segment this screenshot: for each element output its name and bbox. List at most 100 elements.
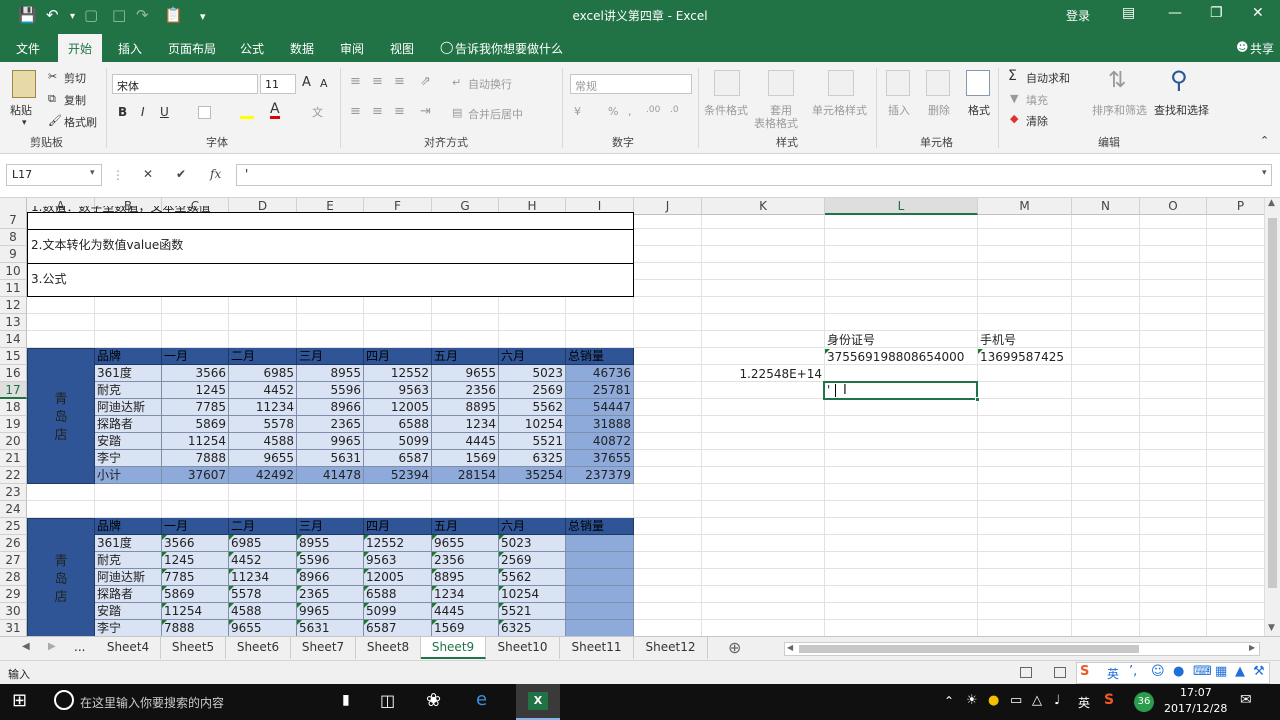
column-header-k[interactable]: K: [702, 198, 825, 215]
format-cells-button[interactable]: 格式: [968, 102, 990, 118]
table-cell[interactable]: 李宁: [95, 450, 162, 467]
table-cell[interactable]: 6985: [229, 535, 297, 552]
table-cell[interactable]: 2365: [297, 586, 364, 603]
column-header-p[interactable]: P: [1207, 198, 1264, 215]
ime-toolbar[interactable]: S 英 ’, ☺ ● ⌨ ▦ ▲ ⚒: [1076, 662, 1270, 684]
paste-button[interactable]: 粘贴: [10, 102, 32, 118]
table-cell[interactable]: 1234: [432, 586, 499, 603]
edge-icon[interactable]: e: [476, 689, 487, 710]
font-size-select[interactable]: 11: [260, 74, 296, 94]
font-color-icon[interactable]: A: [270, 102, 280, 119]
mic-icon[interactable]: ●: [1173, 664, 1184, 679]
tools-icon[interactable]: ⚒: [1253, 664, 1265, 679]
table-cell[interactable]: 11254: [162, 433, 229, 450]
row-header[interactable]: 24: [0, 501, 27, 518]
scroll-thumb[interactable]: [1268, 218, 1277, 588]
insert-function-icon[interactable]: fx: [210, 167, 221, 181]
table-cell[interactable]: 9655: [432, 535, 499, 552]
share-icon[interactable]: ☻: [1236, 40, 1249, 54]
column-header-n[interactable]: N: [1072, 198, 1140, 215]
sogou-tray-icon[interactable]: S: [1104, 692, 1114, 708]
table-cell[interactable]: 5562: [499, 569, 566, 586]
table-cell[interactable]: 阿迪达斯: [95, 399, 162, 416]
table-cell[interactable]: 5631: [297, 620, 364, 636]
table-cell[interactable]: 6587: [364, 450, 432, 467]
paste-icon[interactable]: [12, 70, 36, 98]
tray-icon-1[interactable]: ☀: [966, 693, 978, 708]
table-cell[interactable]: 8966: [297, 399, 364, 416]
table-cell[interactable]: 8955: [297, 535, 364, 552]
table-cell[interactable]: 2569: [499, 382, 566, 399]
table-cell[interactable]: 5631: [297, 450, 364, 467]
id-card-value[interactable]: 375569198808654000: [825, 349, 975, 366]
row-header[interactable]: 10: [0, 263, 27, 280]
new-sheet-icon[interactable]: ⊕: [728, 638, 741, 657]
table-cell[interactable]: 耐克: [95, 382, 162, 399]
scroll-up-icon[interactable]: ▲: [1268, 198, 1275, 208]
name-box[interactable]: L17: [6, 164, 102, 186]
cut-icon[interactable]: ✂: [48, 70, 57, 83]
column-header-j[interactable]: J: [634, 198, 702, 215]
enter-icon[interactable]: ✔: [176, 167, 186, 181]
copy-button[interactable]: 复制: [64, 92, 86, 108]
clear-button[interactable]: 清除: [1026, 113, 1048, 129]
table-header-cell[interactable]: 六月: [499, 518, 566, 535]
table-cell[interactable]: 4588: [229, 433, 297, 450]
table-cell[interactable]: 阿迪达斯: [95, 569, 162, 586]
copy-icon[interactable]: ⧉: [48, 92, 56, 106]
scroll-down-icon[interactable]: ▼: [1268, 623, 1275, 633]
format-painter-button[interactable]: 格式刷: [64, 114, 97, 130]
table-cell[interactable]: 6587: [364, 620, 432, 636]
store-cell[interactable]: 青岛店: [27, 348, 95, 484]
cortana-icon[interactable]: [54, 690, 74, 710]
column-header-o[interactable]: O: [1140, 198, 1207, 215]
table-cell[interactable]: 6588: [364, 586, 432, 603]
emoji-icon[interactable]: ☺: [1151, 664, 1165, 679]
row-header[interactable]: 26: [0, 535, 27, 552]
show-hidden-icons[interactable]: ⌃: [944, 694, 954, 708]
shirt-icon[interactable]: ▲: [1235, 664, 1245, 679]
tab-file[interactable]: 文件: [16, 40, 40, 57]
table-cell[interactable]: 8895: [432, 569, 499, 586]
table-cell[interactable]: 41478: [297, 467, 364, 484]
sheet-tab-sheet6[interactable]: Sheet6: [226, 637, 291, 659]
table-header-cell[interactable]: 五月: [432, 348, 499, 365]
table-cell[interactable]: 6985: [229, 365, 297, 382]
table-cell[interactable]: 7785: [162, 399, 229, 416]
table-cell[interactable]: 2356: [432, 552, 499, 569]
table-cell[interactable]: 安踏: [95, 433, 162, 450]
table-cell[interactable]: [566, 569, 634, 586]
id-card-label[interactable]: 身份证号: [825, 332, 975, 349]
normal-view-icon[interactable]: [1020, 667, 1032, 678]
table-header-cell[interactable]: 品牌: [95, 518, 162, 535]
table-header-cell[interactable]: 四月: [364, 348, 432, 365]
table-cell[interactable]: 8895: [432, 399, 499, 416]
keyboard-icon[interactable]: ⌨: [1193, 664, 1212, 679]
notification-icon[interactable]: ✉: [1240, 692, 1252, 708]
table-cell[interactable]: 52394: [364, 467, 432, 484]
table-header-cell[interactable]: 三月: [297, 518, 364, 535]
sheet-tab-sheet4[interactable]: Sheet4: [96, 637, 161, 659]
table-cell[interactable]: 11234: [229, 399, 297, 416]
sheet-tab-sheet9[interactable]: Sheet9: [421, 637, 486, 659]
battery-icon[interactable]: ▭: [1010, 693, 1022, 708]
find-select-icon[interactable]: ⚲: [1170, 66, 1188, 94]
sheet-tab-sheet5[interactable]: Sheet5: [161, 637, 226, 659]
table-cell[interactable]: 31888: [566, 416, 634, 433]
table-cell[interactable]: 2569: [499, 552, 566, 569]
vertical-scrollbar[interactable]: ▲ ▼: [1264, 198, 1280, 636]
table-cell[interactable]: 4588: [229, 603, 297, 620]
share-button[interactable]: 共享: [1250, 40, 1274, 57]
table-cell[interactable]: 5869: [162, 416, 229, 433]
row-header[interactable]: 13: [0, 314, 27, 331]
cancel-icon[interactable]: ✕: [143, 167, 153, 181]
tab-home[interactable]: 开始: [58, 34, 103, 62]
table-cell[interactable]: 7888: [162, 450, 229, 467]
table-cell[interactable]: 12552: [364, 535, 432, 552]
next-sheet-icon[interactable]: ▶: [48, 641, 56, 652]
shrink-font-icon[interactable]: A: [320, 77, 328, 90]
table-cell[interactable]: 李宁: [95, 620, 162, 636]
table-cell[interactable]: 小计: [95, 467, 162, 484]
table-cell[interactable]: 5578: [229, 416, 297, 433]
table-cell[interactable]: 9655: [229, 620, 297, 636]
